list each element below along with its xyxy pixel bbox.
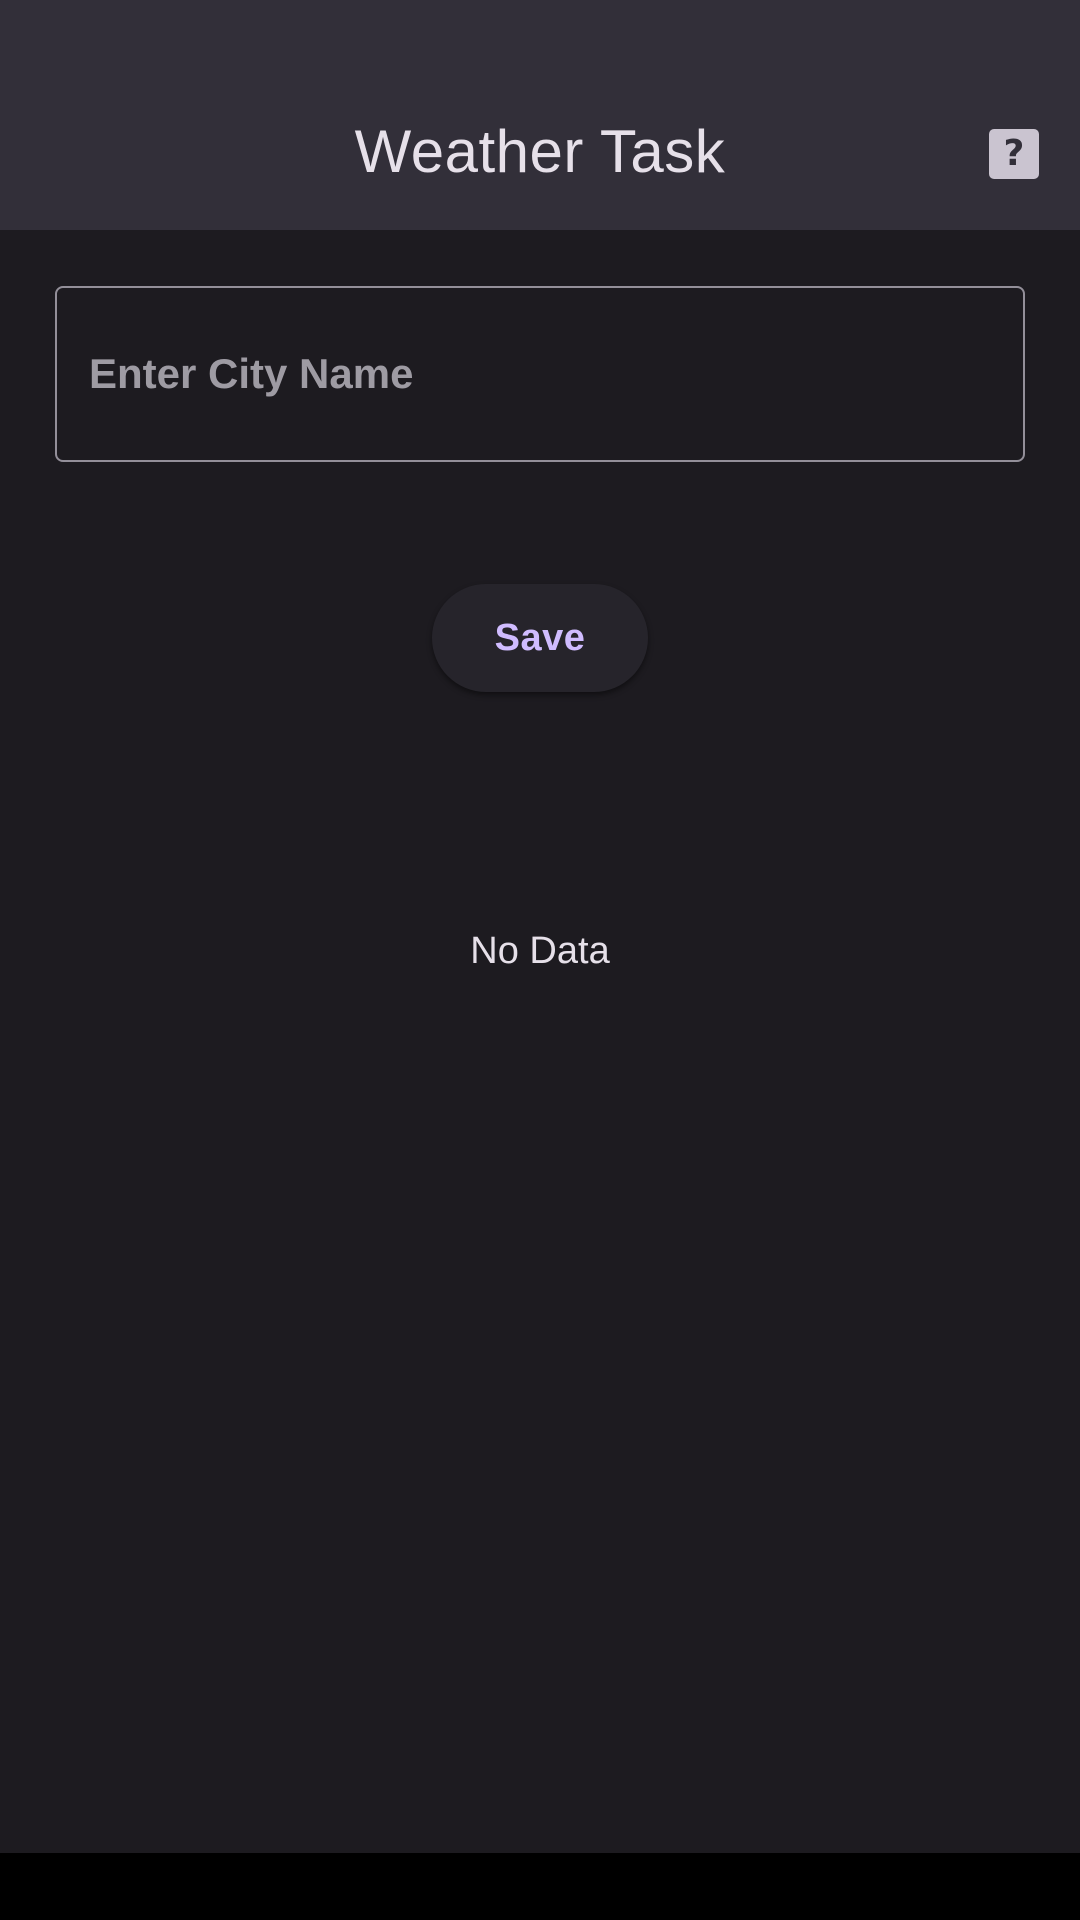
system-navigation-bar <box>0 1853 1080 1920</box>
save-button-label: Save <box>494 616 586 659</box>
empty-state-message: No Data <box>470 930 610 972</box>
city-name-input[interactable] <box>55 286 1025 462</box>
page-title: Weather Task <box>354 118 726 185</box>
save-button[interactable]: Save <box>432 584 648 692</box>
help-button[interactable]: ? <box>989 129 1039 179</box>
help-icon: ? <box>1003 133 1025 174</box>
app-bar: Weather Task ? <box>0 0 1080 230</box>
